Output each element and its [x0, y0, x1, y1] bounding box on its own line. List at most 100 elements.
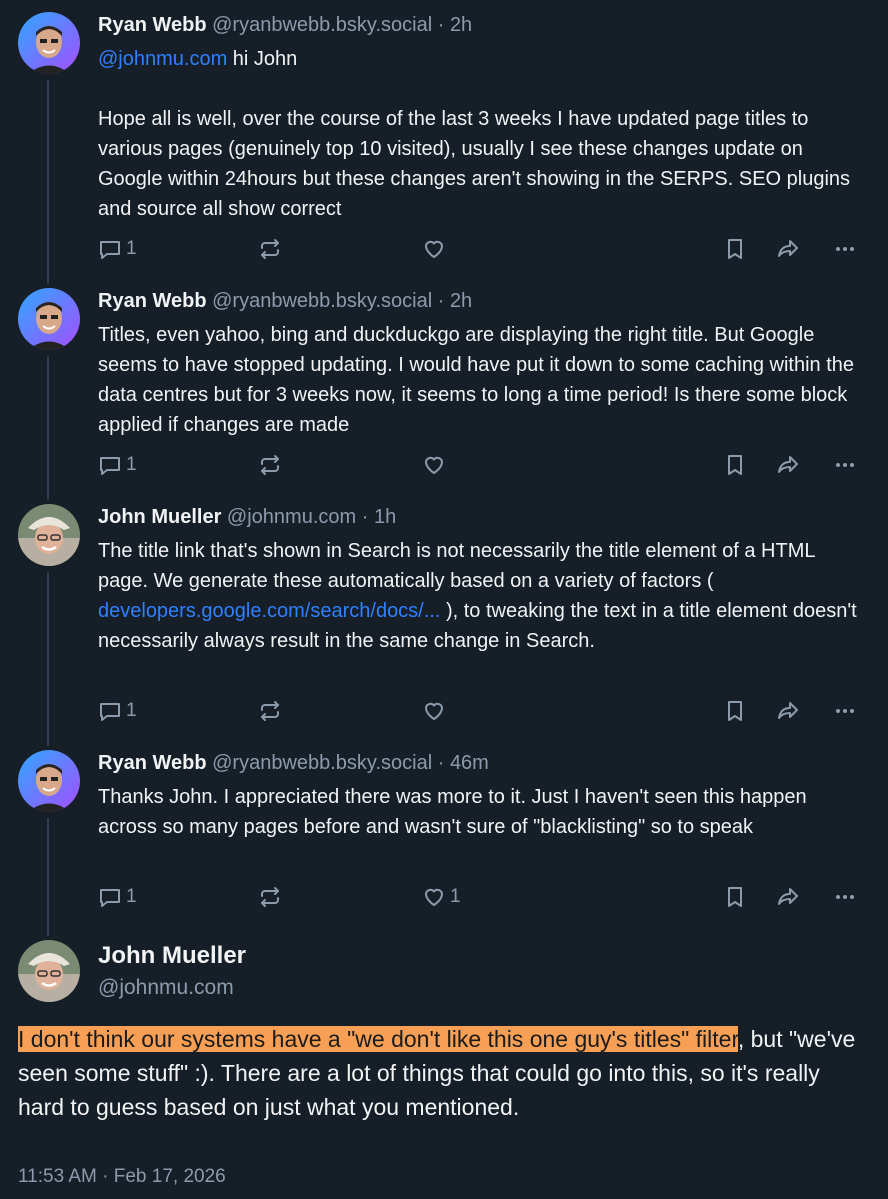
post-time[interactable]: 1h [374, 506, 396, 528]
separator-dot: · [437, 14, 445, 36]
reply-icon [100, 889, 120, 907]
more-icon [836, 247, 854, 251]
bookmark-icon [728, 455, 742, 475]
highlighted-text: I don't think our systems have a "we don… [18, 1026, 738, 1052]
more-icon [836, 895, 854, 899]
repost-button[interactable] [258, 450, 282, 480]
repost-button[interactable] [258, 234, 282, 264]
share-button[interactable] [776, 234, 800, 264]
bookmark-icon [728, 239, 742, 259]
like-icon [425, 888, 443, 906]
author-handle[interactable]: @johnmu.com [227, 506, 356, 528]
bookmark-button[interactable] [723, 450, 747, 480]
like-icon [425, 702, 443, 720]
post-body-text: The title link that's shown in Search is… [98, 540, 815, 592]
post-time[interactable]: 46m [450, 752, 489, 774]
bookmark-icon [728, 701, 742, 721]
bookmark-icon [728, 887, 742, 907]
post-header: Ryan Webb @ryanbwebb.bsky.social · 2h [98, 288, 472, 314]
like-button[interactable] [422, 696, 450, 726]
share-icon [778, 702, 798, 719]
share-button[interactable] [776, 882, 800, 912]
post-time[interactable]: 2h [450, 14, 472, 36]
post-actions: 1 1 [98, 882, 868, 912]
reply-count: 1 [126, 886, 137, 907]
post-text: The title link that's shown in Search is… [98, 536, 868, 656]
like-button[interactable] [422, 234, 450, 264]
separator-dot: · [361, 506, 369, 528]
reply-icon [100, 703, 120, 721]
post-body-text: Hope all is well, over the course of the… [98, 108, 851, 220]
post-timestamp[interactable]: 11:53 AM · Feb 17, 2026 [18, 1166, 226, 1188]
avatar-ryan-webb[interactable] [18, 750, 80, 812]
post-header: Ryan Webb @ryanbwebb.bsky.social · 46m [98, 750, 489, 776]
like-button[interactable]: 1 [422, 882, 461, 912]
more-options-button[interactable] [833, 450, 857, 480]
reply-count: 1 [126, 454, 137, 475]
more-icon [836, 709, 854, 713]
like-count: 1 [450, 886, 461, 907]
main-author-name[interactable]: John Mueller [98, 942, 246, 970]
share-icon [778, 888, 798, 905]
mention-link[interactable]: @johnmu.com [98, 48, 227, 70]
share-button[interactable] [776, 696, 800, 726]
author-name[interactable]: John Mueller [98, 506, 221, 528]
bookmark-button[interactable] [723, 882, 747, 912]
repost-icon [261, 887, 279, 907]
like-icon [425, 240, 443, 258]
repost-button[interactable] [258, 882, 282, 912]
like-button[interactable] [422, 450, 450, 480]
author-name[interactable]: Ryan Webb [98, 752, 207, 774]
separator-dot: · [437, 752, 445, 774]
more-options-button[interactable] [833, 234, 857, 264]
more-options-button[interactable] [833, 882, 857, 912]
post-header: John Mueller @johnmu.com · 1h [98, 504, 396, 530]
like-icon [425, 456, 443, 474]
author-handle[interactable]: @ryanbwebb.bsky.social [212, 290, 432, 312]
reply-button[interactable]: 1 [98, 450, 137, 480]
post-header: Ryan Webb @ryanbwebb.bsky.social · 2h [98, 12, 472, 38]
docs-link[interactable]: developers.google.com/search/docs/... [98, 600, 440, 622]
post-text: @johnmu.com hi John Hope all is well, ove… [98, 44, 868, 224]
author-name[interactable]: Ryan Webb [98, 14, 207, 36]
post-actions: 1 [98, 450, 868, 480]
reply-count: 1 [126, 700, 137, 721]
thread-post[interactable]: Ryan Webb @ryanbwebb.bsky.social · 46m T… [0, 738, 888, 918]
reply-icon [100, 457, 120, 475]
post-actions: 1 [98, 696, 868, 726]
more-options-button[interactable] [833, 696, 857, 726]
avatar-john-mueller[interactable] [18, 940, 80, 1002]
avatar-ryan-webb[interactable] [18, 288, 80, 350]
share-button[interactable] [776, 450, 800, 480]
main-author-handle[interactable]: @johnmu.com [98, 976, 234, 1000]
author-name[interactable]: Ryan Webb [98, 290, 207, 312]
bookmark-button[interactable] [723, 234, 747, 264]
thread-post[interactable]: Ryan Webb @ryanbwebb.bsky.social · 2h Ti… [0, 276, 888, 486]
author-handle[interactable]: @ryanbwebb.bsky.social [212, 14, 432, 36]
repost-button[interactable] [258, 696, 282, 726]
avatar-ryan-webb[interactable] [18, 12, 80, 74]
thread-post[interactable]: Ryan Webb @ryanbwebb.bsky.social · 2h @j… [0, 0, 888, 270]
repost-icon [261, 239, 279, 259]
reply-button[interactable]: 1 [98, 882, 137, 912]
separator-dot: · [437, 290, 445, 312]
repost-icon [261, 701, 279, 721]
share-icon [778, 456, 798, 473]
reply-icon [100, 241, 120, 259]
thread-post[interactable]: John Mueller @johnmu.com · 1h The title … [0, 492, 888, 732]
share-icon [778, 240, 798, 257]
reply-button[interactable]: 1 [98, 234, 137, 264]
repost-icon [261, 455, 279, 475]
post-actions: 1 [98, 234, 868, 264]
reply-button[interactable]: 1 [98, 696, 137, 726]
avatar-john-mueller[interactable] [18, 504, 80, 566]
more-icon [836, 463, 854, 467]
main-post-text: I don't think our systems have a "we don… [18, 1022, 868, 1124]
post-text: Thanks John. I appreciated there was mor… [98, 786, 807, 838]
author-handle[interactable]: @ryanbwebb.bsky.social [212, 752, 432, 774]
reply-count: 1 [126, 238, 137, 259]
post-text: Titles, even yahoo, bing and duckduckgo … [98, 324, 855, 436]
greeting-text: hi John [227, 48, 298, 70]
bookmark-button[interactable] [723, 696, 747, 726]
post-time[interactable]: 2h [450, 290, 472, 312]
